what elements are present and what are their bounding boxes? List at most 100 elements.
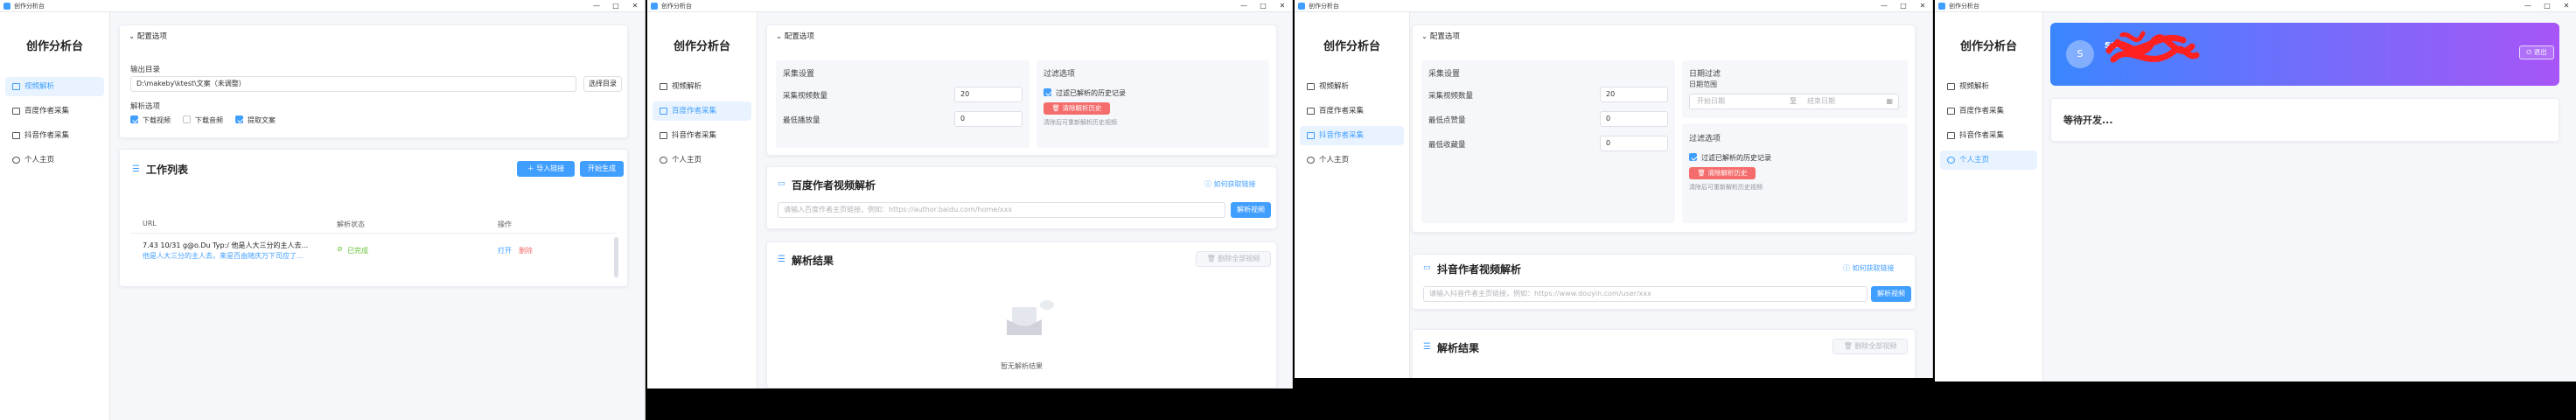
- nav-baidu-collect[interactable]: 百度作者采集: [5, 102, 104, 121]
- row-url-line2[interactable]: 他是人大三分的主人去。来是百由随庆万下司应了...: [143, 251, 326, 261]
- min-plays-input[interactable]: 0: [954, 111, 1023, 127]
- title-bar: 创作分析台 — □ ✕: [0, 0, 645, 12]
- nav-baidu-collect[interactable]: 百度作者采集: [1940, 102, 2037, 121]
- parse-video-button[interactable]: 解析视频: [1871, 286, 1911, 302]
- help-link[interactable]: ⓘ 如何获取链接: [1843, 263, 1895, 273]
- video-icon: [1307, 83, 1315, 90]
- nav-label: 抖音作者采集: [1959, 131, 2005, 140]
- close-button[interactable]: ✕: [625, 0, 645, 12]
- filter-history-checkbox[interactable]: [1689, 153, 1697, 161]
- help-link-label: 如何获取链接: [1852, 264, 1895, 272]
- min-favorites-input[interactable]: 0: [1600, 136, 1668, 151]
- download-audio-checkbox[interactable]: [183, 116, 191, 123]
- max-videos-input[interactable]: 20: [1600, 87, 1668, 102]
- nav-label: 个人主页: [1319, 156, 1350, 164]
- config-header[interactable]: ⌄ 配置选项: [129, 31, 167, 41]
- nav-label: 个人主页: [672, 156, 702, 164]
- nav-label: 个人主页: [1959, 156, 1990, 164]
- clear-history-button[interactable]: 🗑 清除解析历史: [1044, 102, 1110, 115]
- nav-label: 视频解析: [1959, 82, 1990, 91]
- empty-box-icon: [1007, 300, 1054, 335]
- baidu-url-input[interactable]: 请输入百度作者主页链接，例如：https://author.baidu.com/…: [778, 202, 1225, 218]
- nav-baidu-collect[interactable]: 百度作者采集: [1300, 102, 1404, 121]
- minimize-button[interactable]: —: [1234, 0, 1253, 12]
- window-title: 创作分析台: [661, 3, 692, 10]
- config-header[interactable]: ⌄ 配置选项: [1421, 31, 1460, 41]
- user-icon: [1307, 157, 1315, 164]
- date-range-picker[interactable]: 开始日期 至 结束日期 ▦: [1689, 94, 1899, 109]
- screenshot-strip: 创作分析台 — □ ✕ 创作分析台 视频解析 百度作者采集 抖音作者采集 个人主…: [0, 0, 2576, 420]
- collect-icon: [1307, 108, 1315, 115]
- nav-video-parse[interactable]: 视频解析: [5, 77, 104, 96]
- close-button[interactable]: ✕: [2557, 0, 2576, 12]
- video-icon: [660, 83, 667, 90]
- maximize-button[interactable]: □: [1253, 0, 1273, 12]
- nav-profile[interactable]: 个人主页: [5, 150, 104, 170]
- minimize-button[interactable]: —: [2518, 0, 2538, 12]
- nav-douyin-collect[interactable]: 抖音作者采集: [653, 126, 751, 145]
- row-status: 已完成: [347, 247, 368, 255]
- empty-text: 暂无解析结果: [1001, 362, 1043, 370]
- col-url: URL: [143, 220, 157, 228]
- delete-all-button[interactable]: 🗑 删除全部视频: [1833, 339, 1908, 354]
- delete-all-button[interactable]: 🗑 删除全部视频: [1196, 251, 1271, 267]
- maximize-button[interactable]: □: [606, 0, 625, 12]
- nav-video-parse[interactable]: 视频解析: [653, 77, 751, 96]
- config-card: ⌄ 配置选项 输出目录 D:\makeby\ktest\文案（未调整） 选择目录…: [119, 24, 628, 138]
- nav-profile[interactable]: 个人主页: [653, 150, 751, 170]
- parse-video-button[interactable]: 解析视频: [1231, 202, 1271, 218]
- maximize-button[interactable]: □: [1894, 0, 1913, 12]
- logout-button[interactable]: ⏻ 退出: [2519, 46, 2554, 60]
- nav-baidu-collect[interactable]: 百度作者采集: [653, 102, 751, 121]
- download-video-label: 下载视频: [143, 116, 171, 124]
- extract-text-checkbox[interactable]: [235, 116, 243, 123]
- sidebar: 创作分析台 视频解析 百度作者采集 抖音作者采集 个人主页: [0, 12, 110, 420]
- nav-label: 个人主页: [24, 156, 55, 164]
- collect-settings-title: 采集设置: [1428, 70, 1461, 79]
- nav-profile[interactable]: 个人主页: [1300, 150, 1404, 170]
- maximize-button[interactable]: □: [2538, 0, 2557, 12]
- config-header-label: 配置选项: [1429, 32, 1460, 41]
- list-icon: ☰: [132, 164, 140, 174]
- chevron-down-icon: ⌄: [776, 32, 785, 41]
- table-scrollbar[interactable]: [614, 237, 618, 277]
- sidebar: 创作分析台 视频解析 百度作者采集 抖音作者采集 个人主页: [1935, 12, 2043, 382]
- clear-history-button[interactable]: 🗑 清除解析历史: [1689, 167, 1756, 179]
- nav-douyin-collect[interactable]: 抖音作者采集: [1300, 126, 1404, 145]
- table-header: URL 解析状态 操作: [130, 216, 617, 234]
- filter-history-checkbox[interactable]: [1044, 88, 1051, 96]
- minimize-button[interactable]: —: [587, 0, 606, 12]
- nav-profile[interactable]: 个人主页: [1940, 150, 2037, 170]
- title-bar: 创作分析台 — □ ✕: [1935, 0, 2576, 12]
- output-dir-input[interactable]: D:\makeby\ktest\文案（未调整）: [130, 76, 576, 92]
- help-link[interactable]: ⓘ 如何获取链接: [1204, 179, 1256, 189]
- nav-douyin-collect[interactable]: 抖音作者采集: [5, 126, 104, 145]
- clear-history-hint: 清除后可重新解析历史视频: [1044, 119, 1117, 126]
- nav-video-parse[interactable]: 视频解析: [1940, 77, 2037, 96]
- max-videos-input[interactable]: 20: [954, 87, 1023, 102]
- start-generate-button[interactable]: 开始生成: [580, 161, 624, 177]
- collect-icon: [1307, 132, 1315, 139]
- nav-douyin-collect[interactable]: 抖音作者采集: [1940, 126, 2037, 145]
- min-likes-input[interactable]: 0: [1600, 111, 1668, 127]
- baidu-parse-card: ▭ 百度作者视频解析 ⓘ 如何获取链接 请输入百度作者主页链接，例如：https…: [766, 166, 1277, 229]
- row-url-line1: 7.43 10/31 g@o.Du Typ:/ 他是人大三分的主人去...: [143, 242, 309, 249]
- douyin-url-input[interactable]: 请输入抖音作者主页链接，例如：https://www.douyin.com/us…: [1423, 286, 1867, 302]
- collect-icon: [1947, 108, 1955, 115]
- chevron-down-icon: ⌄: [1421, 32, 1430, 41]
- results-card: ☰ 解析结果 🗑 删除全部视频: [1412, 329, 1916, 378]
- close-button[interactable]: ✕: [1273, 0, 1292, 12]
- import-links-button[interactable]: ＋ 导入链接: [517, 161, 575, 177]
- choose-dir-button[interactable]: 选择目录: [583, 76, 622, 92]
- user-icon: [12, 157, 20, 164]
- trash-icon: 🗑: [1206, 255, 1218, 262]
- config-header[interactable]: ⌄ 配置选项: [776, 31, 814, 41]
- open-link[interactable]: 打开: [498, 246, 512, 256]
- delete-link[interactable]: 删除: [519, 246, 533, 256]
- minimize-button[interactable]: —: [1874, 0, 1894, 12]
- nav-video-parse[interactable]: 视频解析: [1300, 77, 1404, 96]
- window-title: 创作分析台: [1309, 3, 1339, 10]
- download-video-checkbox[interactable]: [130, 116, 138, 123]
- app-icon: [3, 3, 10, 10]
- close-button[interactable]: ✕: [1913, 0, 1932, 12]
